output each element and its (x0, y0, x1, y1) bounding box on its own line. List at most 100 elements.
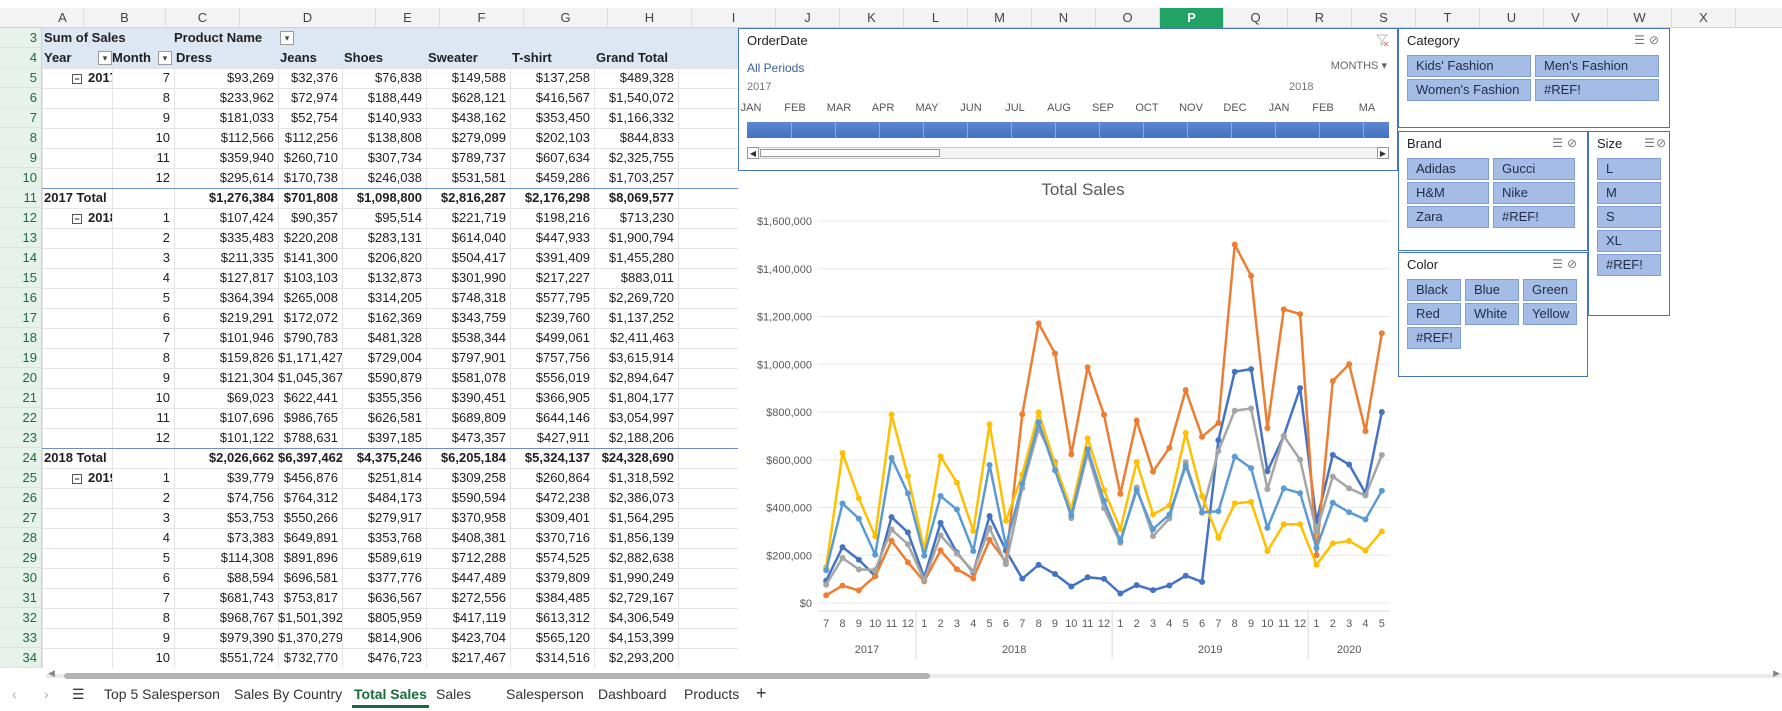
sales-cell[interactable]: $1,804,177 (594, 388, 678, 408)
year-row-label[interactable]: −2019 (72, 468, 112, 488)
data-point-tshirt[interactable] (1117, 537, 1124, 544)
sales-cell[interactable]: $149,588 (426, 68, 510, 88)
sales-cell[interactable]: $366,905 (510, 388, 594, 408)
data-point-sweater[interactable] (1035, 409, 1042, 416)
sales-cell[interactable]: $314,516 (510, 648, 594, 668)
timeline-month-label[interactable]: NOV (1171, 102, 1211, 114)
data-point-shoes[interactable] (823, 581, 830, 588)
data-point-sweater[interactable] (1133, 458, 1140, 465)
sales-cell[interactable]: $90,357 (278, 208, 342, 228)
data-point-jeans[interactable] (1166, 444, 1173, 451)
data-point-sweater[interactable] (1313, 561, 1320, 568)
sales-cell[interactable]: $4,306,549 (594, 608, 678, 628)
column-header-n[interactable]: N (1032, 8, 1096, 28)
clear-filter-icon[interactable]: ⊘ (1649, 33, 1663, 47)
data-point-sweater[interactable] (1215, 534, 1222, 541)
data-point-shoes[interactable] (953, 550, 960, 557)
data-point-dress[interactable] (1101, 575, 1107, 582)
column-header-t[interactable]: T (1416, 8, 1480, 28)
sales-cell[interactable]: $565,120 (510, 628, 594, 648)
collapse-icon[interactable]: − (72, 213, 82, 224)
sales-cell[interactable]: $3,054,997 (594, 408, 678, 428)
sales-cell[interactable]: $732,770 (278, 648, 342, 668)
sales-cell[interactable]: $4,153,399 (594, 628, 678, 648)
column-header-e[interactable]: E (376, 8, 440, 28)
row-header[interactable]: 32 (0, 608, 42, 628)
sales-cell[interactable]: $272,556 (426, 588, 510, 608)
data-point-shoes[interactable] (937, 532, 944, 539)
sales-cell[interactable]: $2,894,647 (594, 368, 678, 388)
data-point-dress[interactable] (1199, 578, 1206, 585)
data-point-dress[interactable] (1019, 575, 1026, 582)
clear-filter-icon[interactable] (1375, 33, 1389, 47)
sales-cell[interactable]: $979,390 (174, 628, 278, 648)
slicer-item-color[interactable]: #REF! (1407, 327, 1461, 349)
timeline-month-label[interactable]: SEP (1083, 102, 1123, 114)
data-point-sweater[interactable] (937, 453, 944, 460)
data-point-jeans[interactable] (1035, 320, 1042, 327)
timeline-month-label[interactable]: FEB (775, 102, 815, 114)
year-filter-button[interactable]: ▾ (98, 51, 112, 65)
sales-cell[interactable]: $447,933 (510, 228, 594, 248)
next-sheet-icon[interactable]: › (44, 686, 49, 702)
scroll-right-icon[interactable]: ▶ (1773, 668, 1780, 679)
sales-cell[interactable]: $2,729,167 (594, 588, 678, 608)
sheet-tab[interactable]: Products (684, 686, 739, 702)
sales-cell[interactable]: $74,756 (174, 488, 278, 508)
data-point-shoes[interactable] (888, 526, 895, 533)
slicer-item-brand[interactable]: H&M (1407, 182, 1489, 204)
sales-cell[interactable]: $221,719 (426, 208, 510, 228)
sales-cell[interactable]: $590,879 (342, 368, 426, 388)
timeline-month-label[interactable]: DEC (1215, 102, 1255, 114)
sales-cell[interactable]: $265,008 (278, 288, 342, 308)
row-header[interactable]: 22 (0, 408, 42, 428)
data-point-shoes[interactable] (986, 524, 993, 531)
year-row-label[interactable]: −2018 (72, 208, 112, 228)
data-point-jeans[interactable] (1264, 425, 1271, 432)
row-header[interactable]: 24 (0, 448, 42, 468)
sales-cell[interactable]: $39,779 (174, 468, 278, 488)
sales-cell[interactable]: $72,974 (278, 88, 342, 108)
data-point-jeans[interactable] (1199, 433, 1206, 440)
data-point-tshirt[interactable] (1150, 526, 1157, 533)
sales-cell[interactable]: $188,449 (342, 88, 426, 108)
sales-cell[interactable]: $581,078 (426, 368, 510, 388)
slicer-item-size[interactable]: XL (1597, 230, 1661, 252)
sales-cell[interactable]: $5,324,137 (510, 448, 594, 468)
sheet-tab[interactable]: Total Sales (352, 686, 429, 708)
data-point-jeans[interactable] (904, 559, 911, 566)
data-point-jeans[interactable] (970, 575, 977, 582)
sales-cell[interactable]: $24,328,690 (594, 448, 678, 468)
data-point-tshirt[interactable] (872, 551, 879, 558)
sales-cell[interactable]: $114,308 (174, 548, 278, 568)
sales-cell[interactable]: $748,318 (426, 288, 510, 308)
data-point-sweater[interactable] (1362, 547, 1369, 554)
sales-cell[interactable]: $390,451 (426, 388, 510, 408)
sales-cell[interactable]: $1,540,072 (594, 88, 678, 108)
column-header-m[interactable]: M (968, 8, 1032, 28)
sales-cell[interactable]: $590,594 (426, 488, 510, 508)
year-row-label[interactable]: −2017 (72, 68, 112, 88)
horizontal-scrollbar[interactable]: ◀ ▶ (46, 668, 1782, 680)
sales-cell[interactable]: $844,833 (594, 128, 678, 148)
data-point-jeans[interactable] (1231, 241, 1238, 248)
prev-sheet-icon[interactable]: ‹ (12, 686, 17, 702)
data-point-shoes[interactable] (1362, 492, 1369, 499)
sales-cell[interactable]: $681,743 (174, 588, 278, 608)
data-point-tshirt[interactable] (1084, 446, 1091, 453)
data-point-shoes[interactable] (855, 566, 862, 573)
clear-filter-icon[interactable]: ⊘ (1567, 257, 1581, 271)
sales-cell[interactable]: $112,566 (174, 128, 278, 148)
column-header-r[interactable]: R (1288, 8, 1352, 28)
sales-cell[interactable]: $713,230 (594, 208, 678, 228)
data-point-dress[interactable] (839, 544, 846, 551)
sales-cell[interactable]: $1,045,367 (278, 368, 342, 388)
timeline-month-label[interactable]: MAR (819, 102, 859, 114)
row-header[interactable]: 34 (0, 648, 42, 668)
data-point-shoes[interactable] (1215, 448, 1222, 455)
pivot-table[interactable]: Sum of Sales Product Name ▾ Year ▾ Month… (42, 28, 738, 668)
sales-cell[interactable]: $701,808 (278, 188, 342, 208)
sales-cell[interactable]: $379,809 (510, 568, 594, 588)
sales-cell[interactable]: $391,409 (510, 248, 594, 268)
sales-cell[interactable]: $891,896 (278, 548, 342, 568)
